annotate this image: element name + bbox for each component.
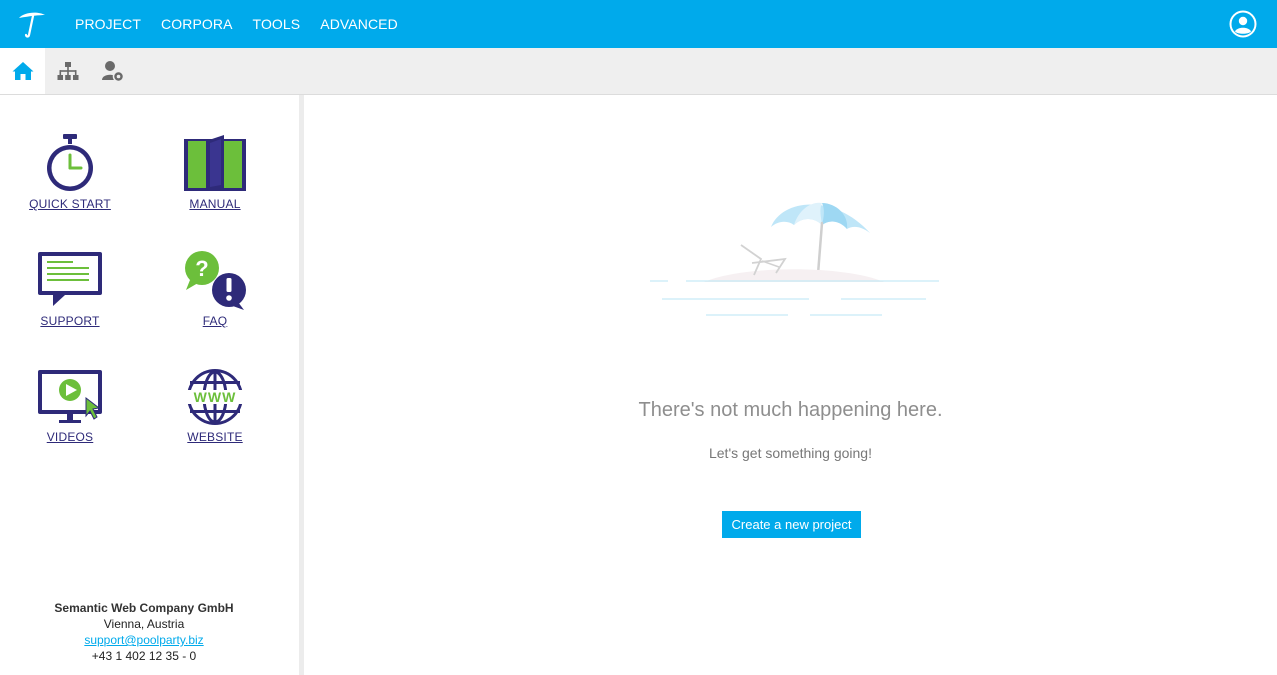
hierarchy-icon (57, 62, 78, 80)
company-name: Semantic Web Company GmbH (54, 601, 234, 615)
home-icon (12, 62, 33, 80)
video-monitor-icon (38, 370, 102, 423)
umbrella-logo-icon[interactable] (16, 9, 48, 39)
svg-text:WWW: WWW (194, 389, 237, 405)
quick-start-label[interactable]: QUICK START (15, 197, 125, 211)
support-label[interactable]: SUPPORT (15, 314, 125, 328)
secondary-toolbar (0, 48, 1277, 95)
support-link[interactable]: SUPPORT (15, 250, 125, 328)
nav-tools[interactable]: TOOLS (253, 16, 301, 32)
support-chat-icon (38, 252, 102, 306)
faq-bubbles-icon: ? (185, 251, 246, 310)
nav-project[interactable]: PROJECT (75, 16, 141, 32)
company-location: Vienna, Austria (103, 617, 185, 631)
hierarchy-button[interactable] (45, 48, 90, 94)
create-project-button[interactable]: Create a new project (722, 511, 861, 538)
help-sidebar: QUICK START MANUAL SUPPORT ? FAQ VIDEOS … (0, 95, 299, 675)
empty-state-title: There's not much happening here. (638, 399, 943, 421)
website-link[interactable]: WWW WEBSITE (160, 366, 270, 444)
book-icon (184, 135, 246, 191)
website-label[interactable]: WEBSITE (160, 430, 270, 444)
quick-start-link[interactable]: QUICK START (15, 133, 125, 211)
manual-link[interactable]: MANUAL (160, 133, 270, 211)
videos-label[interactable]: VIDEOS (15, 430, 125, 444)
company-info: Semantic Web Company GmbH Vienna, Austri… (0, 600, 288, 664)
faq-label[interactable]: FAQ (160, 314, 270, 328)
faq-link[interactable]: ? FAQ (160, 250, 270, 328)
empty-state-subtitle: Let's get something going! (708, 445, 872, 461)
support-email-link[interactable]: support@poolparty.biz (0, 632, 288, 648)
main-navigation: PROJECT CORPORA TOOLS ADVANCED (75, 0, 418, 48)
beach-umbrella-illustration (650, 202, 939, 316)
company-phone: +43 1 402 12 35 - 0 (91, 649, 197, 663)
svg-text:?: ? (195, 256, 208, 281)
stopwatch-icon (47, 134, 93, 191)
nav-advanced[interactable]: ADVANCED (320, 16, 398, 32)
videos-link[interactable]: VIDEOS (15, 366, 125, 444)
manual-label[interactable]: MANUAL (160, 197, 270, 211)
user-settings-icon (101, 61, 124, 83)
main-content: There's not much happening here. Let's g… (304, 95, 1277, 675)
home-button[interactable] (0, 48, 45, 94)
globe-www-icon: WWW (184, 369, 246, 425)
user-circle-icon[interactable] (1229, 10, 1257, 38)
top-bar: PROJECT CORPORA TOOLS ADVANCED (0, 0, 1277, 48)
user-settings-button[interactable] (90, 48, 135, 94)
nav-corpora[interactable]: CORPORA (161, 16, 233, 32)
